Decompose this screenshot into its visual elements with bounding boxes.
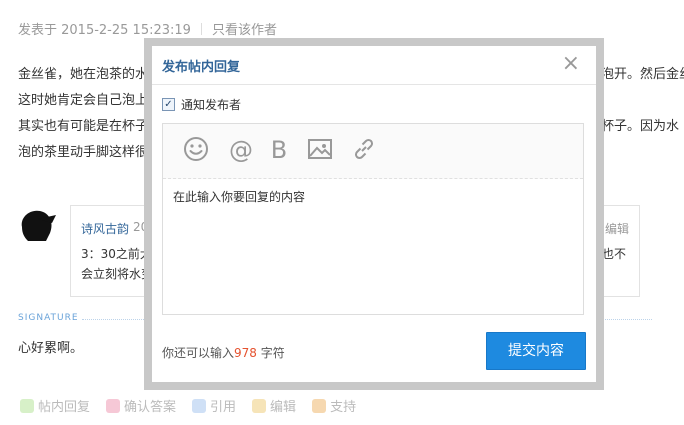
editor-toolbar: @ B (163, 124, 583, 179)
image-icon[interactable] (307, 136, 335, 164)
reply-textarea[interactable] (163, 180, 583, 314)
link-icon[interactable] (351, 136, 379, 164)
emoji-icon[interactable] (183, 136, 211, 164)
pencil-icon (252, 399, 267, 413)
notify-author-label: 通知发布者 (181, 98, 242, 112)
quote-icon (192, 399, 207, 413)
support-icon (312, 399, 327, 413)
action-confirm-answer[interactable]: 确认答案 (106, 396, 176, 415)
post-actions: 帖内回复 确认答案 引用 编辑 支持 (20, 396, 356, 415)
char-count-value: 978 (234, 346, 257, 360)
post-meta: 发表于 2015-2-25 15:23:19 只看该作者 (18, 19, 277, 38)
char-count: 你还可以输入978 字符 (162, 346, 285, 360)
close-icon[interactable]: × (562, 52, 580, 76)
dialog-title: 发布帖内回复 (162, 60, 241, 75)
reply-dialog: 发布帖内回复 × ✓ 通知发布者 @ B 你还可以输入978 字符 提交内容 (152, 46, 596, 382)
mention-icon[interactable]: @ (227, 136, 255, 164)
only-author-link[interactable]: 只看该作者 (212, 23, 277, 38)
reply-icon (20, 399, 34, 413)
signature-text: 心好累啊。 (18, 341, 84, 356)
dialog-divider (152, 84, 596, 85)
post-date: 发表于 2015-2-25 15:23:19 (18, 23, 191, 38)
avatar[interactable] (16, 205, 60, 245)
reply-editor: @ B (162, 123, 584, 315)
action-edit[interactable]: 编辑 (252, 396, 296, 415)
action-support[interactable]: 支持 (312, 396, 356, 415)
notify-author-checkbox[interactable]: ✓ 通知发布者 (162, 96, 241, 113)
submit-button[interactable]: 提交内容 (486, 332, 586, 370)
signature-label: SIGNATURE (18, 313, 79, 323)
reply-author[interactable]: 诗风古韵 (81, 220, 129, 237)
bold-icon[interactable]: B (265, 136, 293, 164)
action-reply[interactable]: 帖内回复 (20, 396, 90, 415)
action-quote[interactable]: 引用 (192, 396, 236, 415)
checkbox-icon[interactable]: ✓ (162, 98, 175, 111)
check-icon (106, 399, 121, 413)
